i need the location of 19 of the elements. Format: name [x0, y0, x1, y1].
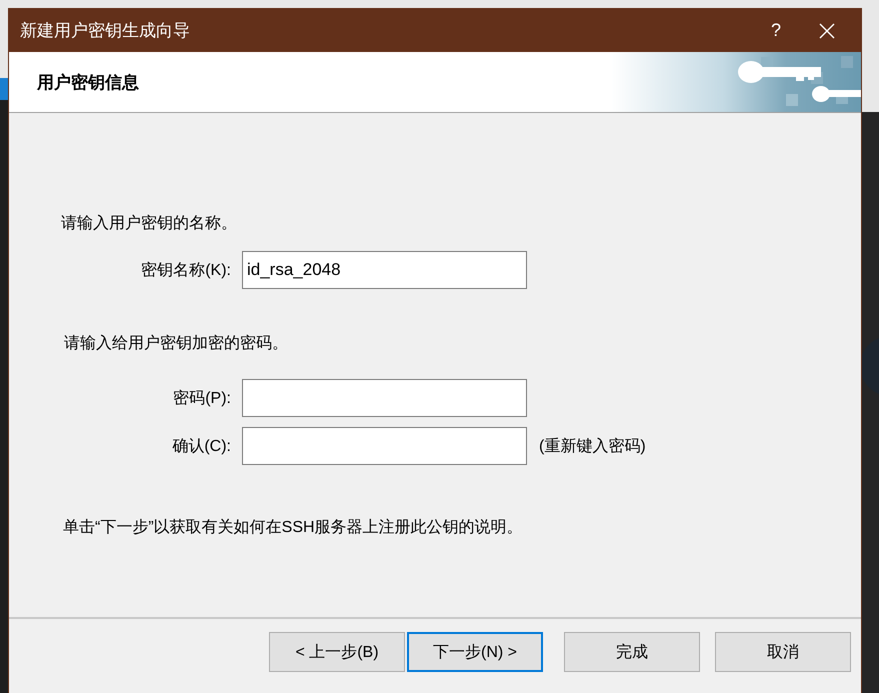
page-heading: 用户密钥信息 [37, 72, 140, 94]
instruction-text: 请输入用户密钥的名称。 [61, 214, 238, 234]
wizard-button[interactable]: 下一步(N) > [407, 632, 543, 672]
field-label: 确认(C): [171, 436, 231, 456]
field-label: 密码(P): [172, 388, 231, 408]
field-label: 密钥名称(K): [140, 260, 231, 280]
help-button[interactable]: ? [761, 20, 791, 41]
tab-strip [0, 78, 8, 100]
note-text: 单击“下一步”以获取有关如何在SSH服务器上注册此公钥的说明。 [63, 518, 524, 538]
close-icon[interactable] [819, 22, 835, 38]
wizard-button[interactable]: 完成 [564, 632, 700, 672]
hint-text: (重新键入密码) [539, 436, 646, 456]
wizard-button[interactable]: 取消 [715, 632, 851, 672]
confirm-password-field[interactable] [242, 427, 527, 465]
window-title: 新建用户密钥生成向导 [20, 20, 191, 42]
wizard-button[interactable]: < 上一步(B) [269, 632, 405, 672]
instruction-text: 请输入给用户密钥加密的密码。 [64, 334, 289, 354]
key-name-field[interactable]: id_rsa_2048 [242, 251, 527, 289]
password-field[interactable] [242, 379, 527, 417]
